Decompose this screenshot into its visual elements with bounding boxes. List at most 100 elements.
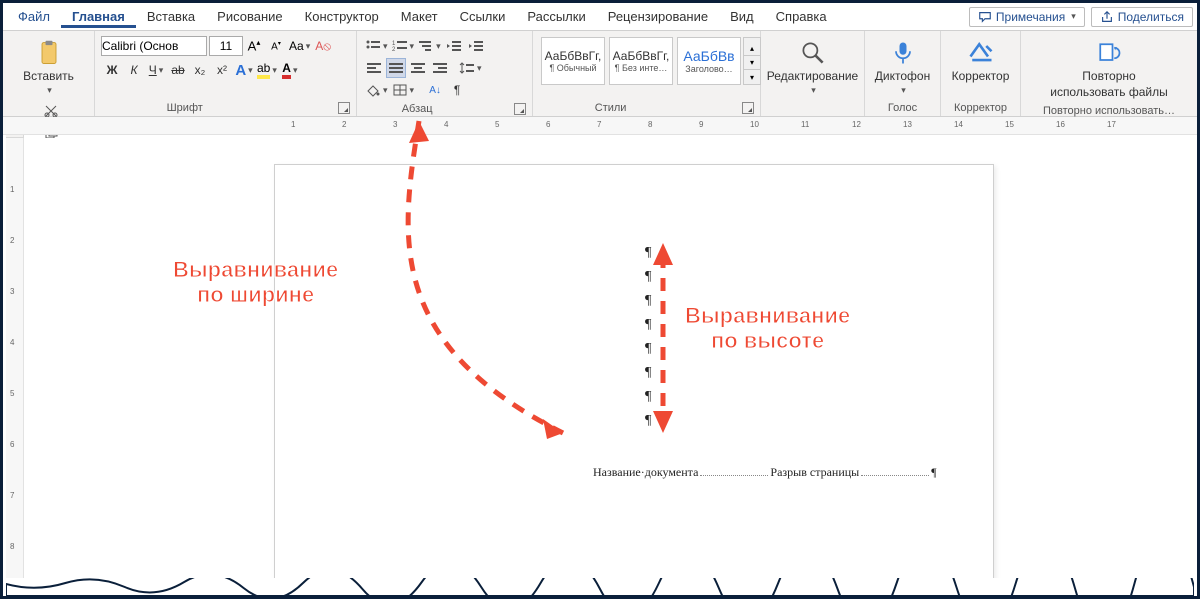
tab-view[interactable]: Вид — [719, 5, 765, 28]
tab-help[interactable]: Справка — [765, 5, 838, 28]
tab-review[interactable]: Рецензирование — [597, 5, 719, 28]
share-label: Поделиться — [1118, 10, 1184, 24]
bullets-button[interactable]: ▾ — [364, 36, 389, 56]
horizontal-ruler[interactable] — [3, 117, 1197, 135]
group-reuse-label: Повторно использовать… — [1043, 105, 1175, 117]
indent-icon — [468, 39, 484, 53]
underline-button[interactable]: Ч▾ — [146, 60, 166, 80]
show-marks-button[interactable]: ¶ — [447, 80, 467, 100]
subscript-button[interactable]: x₂ — [190, 60, 210, 80]
borders-icon — [392, 83, 408, 97]
align-justify-button[interactable] — [386, 58, 406, 78]
grow-font-button[interactable]: A▴ — [244, 36, 264, 56]
text-effects-icon: A — [235, 62, 246, 79]
styles-dialog-launcher[interactable] — [742, 102, 754, 114]
chevron-down-icon: ▾ — [744, 70, 760, 84]
group-reuse: Повторно использовать файлы Повторно исп… — [1021, 31, 1197, 116]
chevron-down-icon: ▾ — [744, 56, 760, 70]
align-left-button[interactable] — [364, 58, 384, 78]
tab-references[interactable]: Ссылки — [449, 5, 517, 28]
align-right-button[interactable] — [430, 58, 450, 78]
highlighter-icon: ab — [257, 61, 270, 79]
share-button[interactable]: Поделиться — [1091, 7, 1193, 27]
multilevel-icon — [418, 39, 434, 53]
tab-design[interactable]: Конструктор — [294, 5, 390, 28]
align-center-button[interactable] — [408, 58, 428, 78]
document-title-text: Название·документа — [593, 465, 698, 480]
strikethrough-button[interactable]: ab — [168, 60, 188, 80]
shading-button[interactable]: ▾ — [364, 80, 389, 100]
clear-formatting-button[interactable]: A⦸ — [313, 36, 333, 56]
document-canvas[interactable]: ¶¶¶¶¶¶¶¶ Название·документа Разрыв стран… — [24, 138, 1194, 593]
bullets-icon — [365, 39, 381, 53]
font-family-combo[interactable] — [101, 36, 207, 56]
font-dialog-launcher[interactable] — [338, 102, 350, 114]
group-clipboard: Вставить ▾ Буфер обмена — [3, 31, 95, 116]
change-case-button[interactable]: Aa▾ — [288, 36, 311, 56]
group-editing: Редактирование ▾ — [761, 31, 865, 116]
styles-gallery[interactable]: АаБбВвГг, ¶ Обычный АаБбВвГг, ¶ Без инте… — [539, 35, 761, 87]
style-nospacing[interactable]: АаБбВвГг, ¶ Без инте… — [609, 37, 673, 85]
dictate-button[interactable]: Диктофон ▾ — [867, 35, 938, 100]
group-paragraph: ▾ 12▾ ▾ ▾ ▾ ▾ A↓ ¶ Аб — [357, 31, 533, 116]
eraser-icon: A⦸ — [315, 39, 331, 54]
tab-draw[interactable]: Рисование — [206, 5, 293, 28]
paragraph-dialog-launcher[interactable] — [514, 103, 526, 115]
dictate-label: Диктофон — [875, 70, 930, 83]
style-normal[interactable]: АаБбВвГг, ¶ Обычный — [541, 37, 605, 85]
decrease-indent-button[interactable] — [444, 36, 464, 56]
shrink-font-icon: A▾ — [271, 40, 281, 52]
shrink-font-button[interactable]: A▾ — [266, 36, 286, 56]
tab-insert[interactable]: Вставка — [136, 5, 206, 28]
tab-layout[interactable]: Макет — [390, 5, 449, 28]
tab-file[interactable]: Файл — [7, 5, 61, 28]
leader-dots — [861, 470, 929, 476]
chevron-down-icon: ▾ — [47, 86, 52, 96]
reuse-files-button[interactable]: Повторно использовать файлы — [1042, 35, 1176, 103]
vertical-ruler[interactable] — [6, 138, 24, 593]
style-name: ¶ Обычный — [549, 63, 596, 73]
font-size-combo[interactable] — [209, 36, 243, 56]
italic-button[interactable]: К — [124, 60, 144, 80]
svg-text:2: 2 — [392, 47, 396, 53]
menu-bar: Файл Главная Вставка Рисование Конструкт… — [3, 3, 1197, 31]
group-voice: Диктофон ▾ Голос — [865, 31, 941, 116]
bucket-icon — [365, 83, 381, 97]
page[interactable]: ¶¶¶¶¶¶¶¶ Название·документа Разрыв стран… — [274, 164, 994, 593]
increase-indent-button[interactable] — [466, 36, 486, 56]
highlight-button[interactable]: ab▾ — [256, 60, 278, 80]
document-text-line[interactable]: Название·документа Разрыв страницы ¶ — [593, 465, 937, 480]
editor-label: Корректор — [952, 70, 1010, 83]
group-paragraph-label: Абзац — [402, 103, 433, 115]
editor-button[interactable]: Корректор — [944, 35, 1018, 87]
chevron-down-icon: ▾ — [811, 86, 816, 96]
comments-button[interactable]: Примечания ▾ — [969, 7, 1085, 27]
end-pilcrow: ¶ — [931, 465, 936, 480]
sort-button[interactable]: A↓ — [425, 80, 445, 100]
ribbon: Вставить ▾ Буфер обмена A▴ A▾ Aa▾ A⦸ — [3, 31, 1197, 117]
line-spacing-button[interactable]: ▾ — [458, 58, 483, 78]
editing-button[interactable]: Редактирование ▾ — [759, 35, 866, 100]
page-break-label: Разрыв страницы — [770, 465, 859, 480]
microphone-icon — [889, 39, 917, 67]
group-editor: Корректор Корректор — [941, 31, 1021, 116]
tab-home[interactable]: Главная — [61, 5, 136, 28]
style-name: ¶ Без инте… — [615, 63, 668, 73]
torn-edge-decoration — [6, 578, 1194, 596]
borders-button[interactable]: ▾ — [391, 80, 416, 100]
text-effects-button[interactable]: A▾ — [234, 60, 254, 80]
multilevel-button[interactable]: ▾ — [417, 36, 442, 56]
bold-button[interactable]: Ж — [102, 60, 122, 80]
font-color-button[interactable]: A▾ — [280, 60, 300, 80]
group-font-label: Шрифт — [167, 102, 203, 114]
numbering-button[interactable]: 12▾ — [391, 36, 416, 56]
align-justify-icon — [388, 61, 404, 75]
tab-mailings[interactable]: Рассылки — [516, 5, 596, 28]
superscript-button[interactable]: x² — [212, 60, 232, 80]
comment-icon — [978, 10, 992, 24]
find-icon — [799, 39, 827, 67]
style-heading1[interactable]: АаБбВв Заголово… — [677, 37, 741, 85]
superscript-icon: x² — [217, 63, 227, 77]
sort-icon: A↓ — [429, 85, 441, 96]
paste-button[interactable]: Вставить ▾ — [15, 35, 82, 100]
